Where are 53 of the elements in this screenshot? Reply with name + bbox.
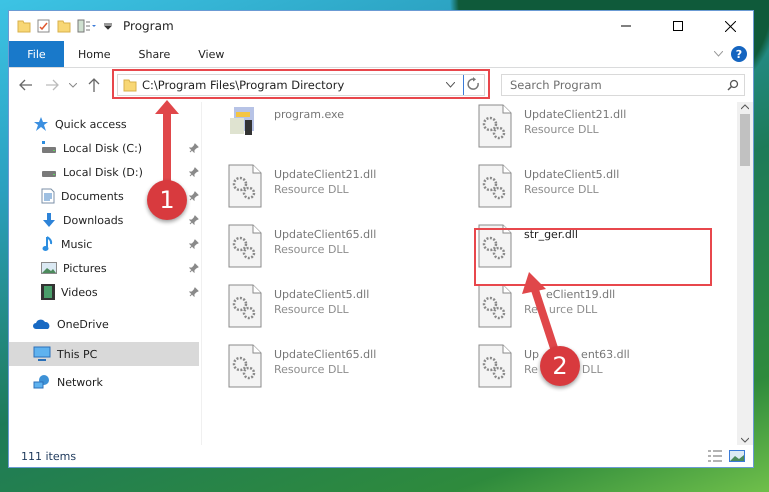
sidebar-item[interactable]: Videos xyxy=(9,280,102,304)
file-name: UpdateClient21.dll xyxy=(274,168,376,181)
file-name: UpdateClient65.dll xyxy=(274,228,376,241)
file-type: Resource DLL xyxy=(274,363,349,376)
address-bar[interactable]: C:\Program Files\Program Directory xyxy=(117,74,485,96)
search-field[interactable]: Search Program xyxy=(501,74,745,96)
sidebar-label: Local Disk (C:) xyxy=(63,142,142,154)
item-count: 111 items xyxy=(21,450,78,462)
file-name: str_ger.dll xyxy=(524,228,578,241)
file-type: Re xyxy=(524,363,538,376)
file-type: Resource DLL xyxy=(274,303,349,316)
sidebar-item[interactable]: Pictures xyxy=(9,256,111,280)
sidebar-label: OneDrive xyxy=(57,318,109,330)
file-name: UpdateClient65.dll xyxy=(274,348,376,361)
sidebar-label: Network xyxy=(57,376,103,388)
sidebar-label: This PC xyxy=(57,348,98,360)
help-button[interactable]: ? xyxy=(731,46,747,62)
file-name: eClient19.dll xyxy=(546,288,616,301)
sidebar-item[interactable]: This PC xyxy=(9,342,199,366)
file-type: DLL xyxy=(582,363,603,376)
file-name: program.exe xyxy=(274,108,344,121)
sidebar-label: Videos xyxy=(61,286,98,298)
sidebar-item[interactable]: Quick access xyxy=(9,112,199,136)
ribbon-tab[interactable]: File xyxy=(9,41,64,67)
file-name: UpdateClient5.dll xyxy=(524,168,620,181)
file-type: Resource DLL xyxy=(274,243,349,256)
sidebar-item[interactable]: Local Disk (C:) xyxy=(9,136,146,160)
sidebar-item[interactable]: Downloads xyxy=(9,208,128,232)
address-path: C:\Program Files\Program Directory xyxy=(142,78,346,92)
sidebar-item[interactable]: OneDrive xyxy=(9,312,199,336)
file-type: Resource DLL xyxy=(524,183,599,196)
file-name: ent63.dll xyxy=(581,348,630,361)
sidebar-label: Pictures xyxy=(63,262,107,274)
file-type: Re xyxy=(524,303,538,316)
ribbon-tab[interactable]: Share xyxy=(124,41,184,67)
sidebar-item[interactable]: Network xyxy=(9,370,199,394)
ribbon-tab[interactable]: View xyxy=(184,41,238,67)
file-type: Resource DLL xyxy=(274,183,349,196)
sidebar-label: Documents xyxy=(61,190,124,202)
file-name: UpdateClient5.dll xyxy=(274,288,370,301)
sidebar-item[interactable]: Music xyxy=(9,232,96,256)
ribbon-tab[interactable]: Home xyxy=(64,41,124,67)
file-type: urce DLL xyxy=(548,303,598,316)
file-type: Resource DLL xyxy=(524,123,599,136)
sidebar-item[interactable]: Documents xyxy=(9,184,128,208)
file-name: UpdateClient21.dll xyxy=(524,108,626,121)
sidebar-label: Music xyxy=(61,238,92,250)
window-title: Program xyxy=(123,19,175,33)
sidebar-label: Quick access xyxy=(55,118,127,130)
sidebar-label: Local Disk (D:) xyxy=(63,166,143,178)
file-name: Up xyxy=(524,348,540,361)
sidebar-label: Downloads xyxy=(63,214,124,226)
sidebar-item[interactable]: Local Disk (D:) xyxy=(9,160,147,184)
